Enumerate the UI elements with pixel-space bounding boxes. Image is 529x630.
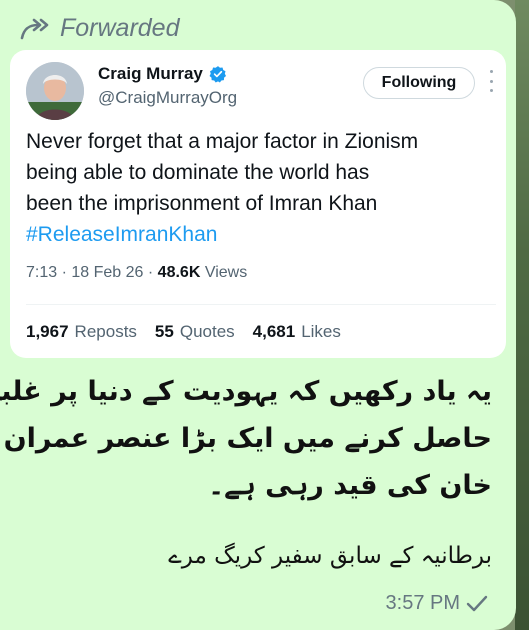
quotes-count: 55 [154,322,174,341]
author-handle: @CraigMurrayOrg [98,88,238,107]
reposts-label: Reposts [74,322,137,341]
quotes-label: Quotes [179,322,235,341]
message-time: 3:57 PM [385,592,460,614]
following-button[interactable]: Following [363,67,475,99]
tweet-meta: 7:13 · 18 Feb 26 · 48.6K Views [26,264,248,281]
urdu-message: یہ یاد رکھیں کہ یہودیت کے دنیا پر غلبہ ح… [0,368,492,509]
tweet-time[interactable]: 7:13 [26,264,57,281]
likes-count: 4,681 [252,322,296,341]
forwarded-label: Forwarded [20,14,180,43]
tweet-text: Never forget that a major factor in Zion… [26,126,496,250]
urdu-attribution: برطانیہ کے سابق سفیر کریگ مرے [168,543,492,569]
tweet-text-line: been the imprisonment of Imran Khan [26,192,378,215]
tweet-author[interactable]: Craig Murray [98,64,227,84]
tweet-stats: 1,967 Reposts 55 Quotes 4,681 Likes [26,322,341,342]
likes-stat[interactable]: 4,681 Likes [253,322,341,342]
message-timestamp: 3:57 PM [386,592,488,615]
divider [26,304,496,305]
tweet-date[interactable]: 18 Feb 26 [71,264,143,281]
reposts-count: 1,967 [26,322,69,341]
urdu-message-line: حاصل کرنے میں ایک بڑا عنصر عمران [3,423,492,454]
tweet-text-line: Never forget that a major factor in Zion… [26,130,419,153]
urdu-message-line: یہ یاد رکھیں کہ یہودیت کے دنیا پر غلبہ [0,376,492,407]
hashtag-link[interactable]: #ReleaseImranKhan [26,219,496,250]
verified-badge-icon [209,66,226,83]
quotes-stat[interactable]: 55 Quotes [155,322,235,342]
more-vertical-icon[interactable] [488,70,494,92]
forward-arrow-icon [20,18,49,39]
forwarded-text: Forwarded [60,14,180,42]
reposts-stat[interactable]: 1,967 Reposts [26,322,137,342]
tweet-screenshot[interactable]: Craig Murray @CraigMurrayOrg Following N… [10,50,506,358]
single-check-icon [466,595,488,611]
author-name: Craig Murray [98,64,203,83]
views-count: 48.6K [157,264,201,281]
views-label: Views [204,264,248,281]
likes-label: Likes [301,322,341,341]
avatar[interactable] [26,62,84,120]
message-bubble[interactable]: Forwarded Craig Murray @CraigMurrayOrg F… [0,0,516,630]
urdu-message-line: خان کی قید رہی ہے۔ [208,470,492,501]
chat-wallpaper [515,0,529,630]
tweet-text-line: being able to dominate the world has [26,161,370,184]
